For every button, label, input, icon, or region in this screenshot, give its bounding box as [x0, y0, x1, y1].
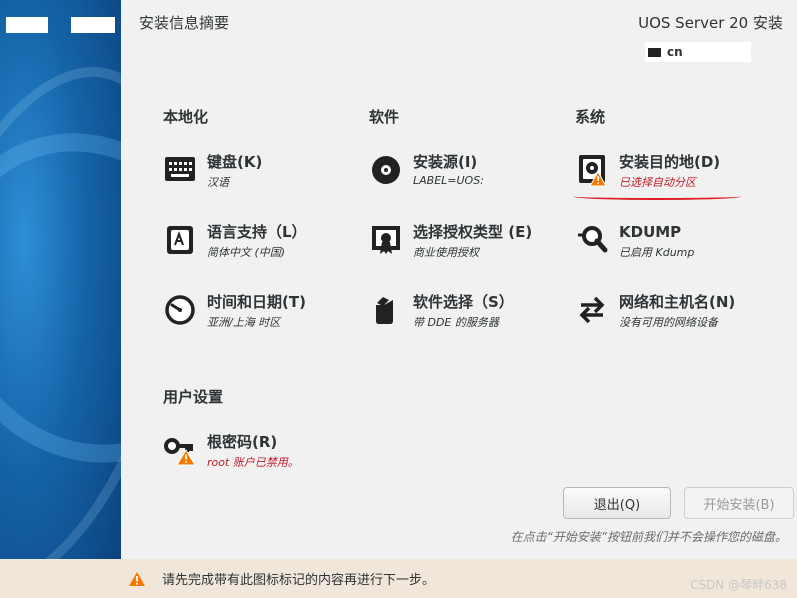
spoke-title: 网络和主机名(N)	[619, 293, 736, 311]
spoke-title: 安装源(I)	[413, 153, 478, 171]
page-title: 安装信息摘要	[139, 14, 230, 32]
spoke-datetime[interactable]: 时间和日期(T) 亚洲/上海 时区	[163, 293, 306, 330]
clock-icon	[163, 293, 197, 327]
spoke-title: KDUMP	[619, 223, 682, 241]
red-underline-annotation	[573, 193, 741, 200]
key-warning-icon	[163, 433, 197, 467]
spoke-title: 语言支持（L）	[207, 223, 307, 241]
spoke-status: 已选择自动分区	[619, 176, 696, 189]
spoke-status: LABEL=UOS:	[413, 174, 484, 187]
harddisk-warning-icon	[575, 153, 609, 187]
disk-notice: 在点击“开始安装”按钮前我们并不会操作您的磁盘。	[510, 530, 787, 544]
keyboard-layout-label: cn	[667, 45, 683, 59]
spoke-status: 商业使用授权	[413, 246, 479, 259]
logo	[71, 17, 115, 33]
watermark: CSDN @琴畔638	[690, 578, 787, 592]
spoke-status: root 账户已禁用。	[207, 456, 299, 469]
spoke-installation-destination[interactable]: 安装目的地(D) 已选择自动分区	[575, 153, 720, 190]
section-software: 软件	[369, 108, 400, 126]
keyboard-layout-indicator[interactable]: cn	[645, 42, 751, 62]
spoke-keyboard[interactable]: 键盘(K) 汉语	[163, 153, 262, 190]
warning-message: 请先完成带有此图标标记的内容再进行下一步。	[162, 573, 436, 588]
keyboard-icon	[648, 47, 661, 57]
spoke-status: 已启用 Kdump	[619, 246, 695, 259]
spoke-installation-source[interactable]: 安装源(I) LABEL=UOS:	[369, 153, 484, 187]
license-icon	[369, 223, 403, 257]
disc-icon	[369, 153, 403, 187]
sidebar	[0, 0, 121, 598]
begin-installation-button[interactable]: 开始安装(B)	[684, 487, 794, 519]
summary-hub: 安装信息摘要 UOS Server 20 安装 cn 本地化 软件 系统 用户设…	[121, 0, 797, 598]
search-icon	[575, 223, 609, 257]
package-icon	[369, 293, 403, 327]
spoke-title: 软件选择（S）	[413, 293, 514, 311]
warning-icon	[128, 571, 146, 587]
quit-button[interactable]: 退出(Q)	[563, 487, 671, 519]
warning-bar: 请先完成带有此图标标记的内容再进行下一步。	[0, 559, 797, 598]
spoke-network[interactable]: 网络和主机名(N) 没有可用的网络设备	[575, 293, 735, 330]
spoke-status: 简体中文 (中国)	[207, 246, 286, 259]
spoke-status: 亚洲/上海 时区	[207, 316, 281, 329]
spoke-status: 没有可用的网络设备	[619, 316, 718, 329]
spoke-title: 选择授权类型 (E)	[413, 223, 533, 241]
spoke-license-type[interactable]: 选择授权类型 (E) 商业使用授权	[369, 223, 532, 260]
spoke-kdump[interactable]: KDUMP 已启用 Kdump	[575, 223, 694, 260]
spoke-title: 安装目的地(D)	[619, 153, 721, 171]
keyboard-icon	[163, 153, 197, 187]
logo	[6, 17, 48, 33]
spoke-language[interactable]: 语言支持（L） 简体中文 (中国)	[163, 223, 307, 260]
spoke-title: 键盘(K)	[207, 153, 263, 171]
spoke-title: 根密码(R)	[207, 433, 278, 451]
language-icon	[163, 223, 197, 257]
section-system: 系统	[575, 108, 606, 126]
spoke-software-selection[interactable]: 软件选择（S） 带 DDE 的服务器	[369, 293, 514, 330]
arrows-icon	[575, 293, 609, 327]
section-user-settings: 用户设置	[163, 388, 224, 406]
spoke-status: 汉语	[207, 176, 229, 189]
product-title: UOS Server 20 安装	[638, 14, 783, 32]
section-localization: 本地化	[163, 108, 209, 126]
spoke-root-password[interactable]: 根密码(R) root 账户已禁用。	[163, 433, 299, 470]
spoke-title: 时间和日期(T)	[207, 293, 306, 311]
spoke-status: 带 DDE 的服务器	[413, 316, 499, 329]
